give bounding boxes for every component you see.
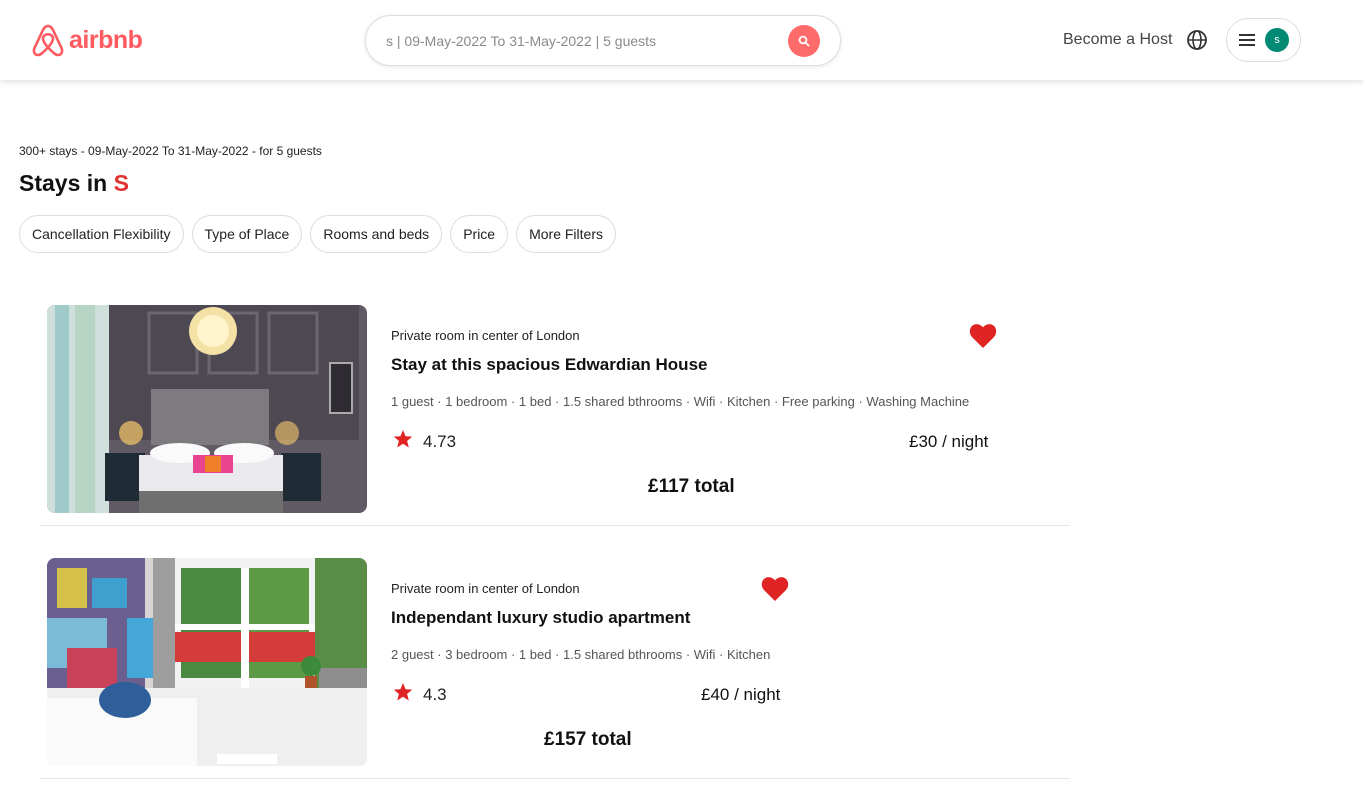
- listing-amenities: 1 guest · 1 bedroom · 1 bed · 1.5 shared…: [391, 394, 970, 409]
- brand-name: airbnb: [69, 25, 143, 54]
- listing-amenities: 2 guest · 3 bedroom · 1 bed · 1.5 shared…: [391, 647, 771, 662]
- listing-total: £117 total: [648, 476, 735, 497]
- star-icon: [393, 430, 413, 448]
- filter-type-of-place[interactable]: Type of Place: [191, 215, 303, 253]
- search-button[interactable]: [788, 25, 820, 57]
- listing-card[interactable]: Private room in center of London Indepen…: [40, 558, 1070, 779]
- search-bar[interactable]: s | 09-May-2022 To 31-May-2022 | 5 guest…: [365, 15, 841, 66]
- listing-rating: 4.3: [423, 685, 447, 704]
- listing-rating: 4.73: [423, 432, 457, 451]
- listing-photo[interactable]: [47, 558, 367, 766]
- title-location: S: [113, 170, 129, 196]
- top-header: airbnb s | 09-May-2022 To 31-May-2022 | …: [0, 0, 1364, 80]
- user-menu-button[interactable]: s: [1226, 18, 1301, 62]
- avatar: s: [1265, 28, 1289, 52]
- become-host-link[interactable]: Become a Host: [1063, 31, 1172, 49]
- listing-title[interactable]: Stay at this spacious Edwardian House: [391, 355, 707, 375]
- listing-price: £40 / night: [701, 685, 781, 704]
- listing-price: £30 / night: [909, 432, 989, 451]
- listing-photo[interactable]: [47, 305, 367, 513]
- listing-type: Private room in center of London: [391, 581, 580, 596]
- page-title: Stays in S: [19, 170, 129, 197]
- filter-price[interactable]: Price: [450, 215, 509, 253]
- listing-type: Private room in center of London: [391, 328, 580, 343]
- listing-total: £157 total: [544, 729, 632, 750]
- filter-cancellation-flexibility[interactable]: Cancellation Flexibility: [19, 215, 184, 253]
- search-icon: [798, 35, 810, 47]
- filter-bar: Cancellation Flexibility Type of Place R…: [19, 215, 616, 253]
- globe-icon[interactable]: [1186, 29, 1208, 51]
- filter-rooms-and-beds[interactable]: Rooms and beds: [310, 215, 443, 253]
- title-prefix: Stays in: [19, 170, 108, 196]
- listing-title[interactable]: Independant luxury studio apartment: [391, 608, 690, 628]
- search-input[interactable]: s | 09-May-2022 To 31-May-2022 | 5 guest…: [386, 33, 656, 49]
- airbnb-logo-icon: [32, 24, 64, 57]
- heart-icon[interactable]: [969, 323, 997, 349]
- results-summary: 300+ stays - 09-May-2022 To 31-May-2022 …: [19, 144, 322, 158]
- star-icon: [393, 683, 413, 701]
- hamburger-icon: [1239, 31, 1255, 49]
- airbnb-logo[interactable]: airbnb: [31, 22, 143, 58]
- filter-more-filters[interactable]: More Filters: [516, 215, 616, 253]
- heart-icon[interactable]: [761, 576, 789, 602]
- listing-card[interactable]: Private room in center of London Stay at…: [40, 305, 1070, 526]
